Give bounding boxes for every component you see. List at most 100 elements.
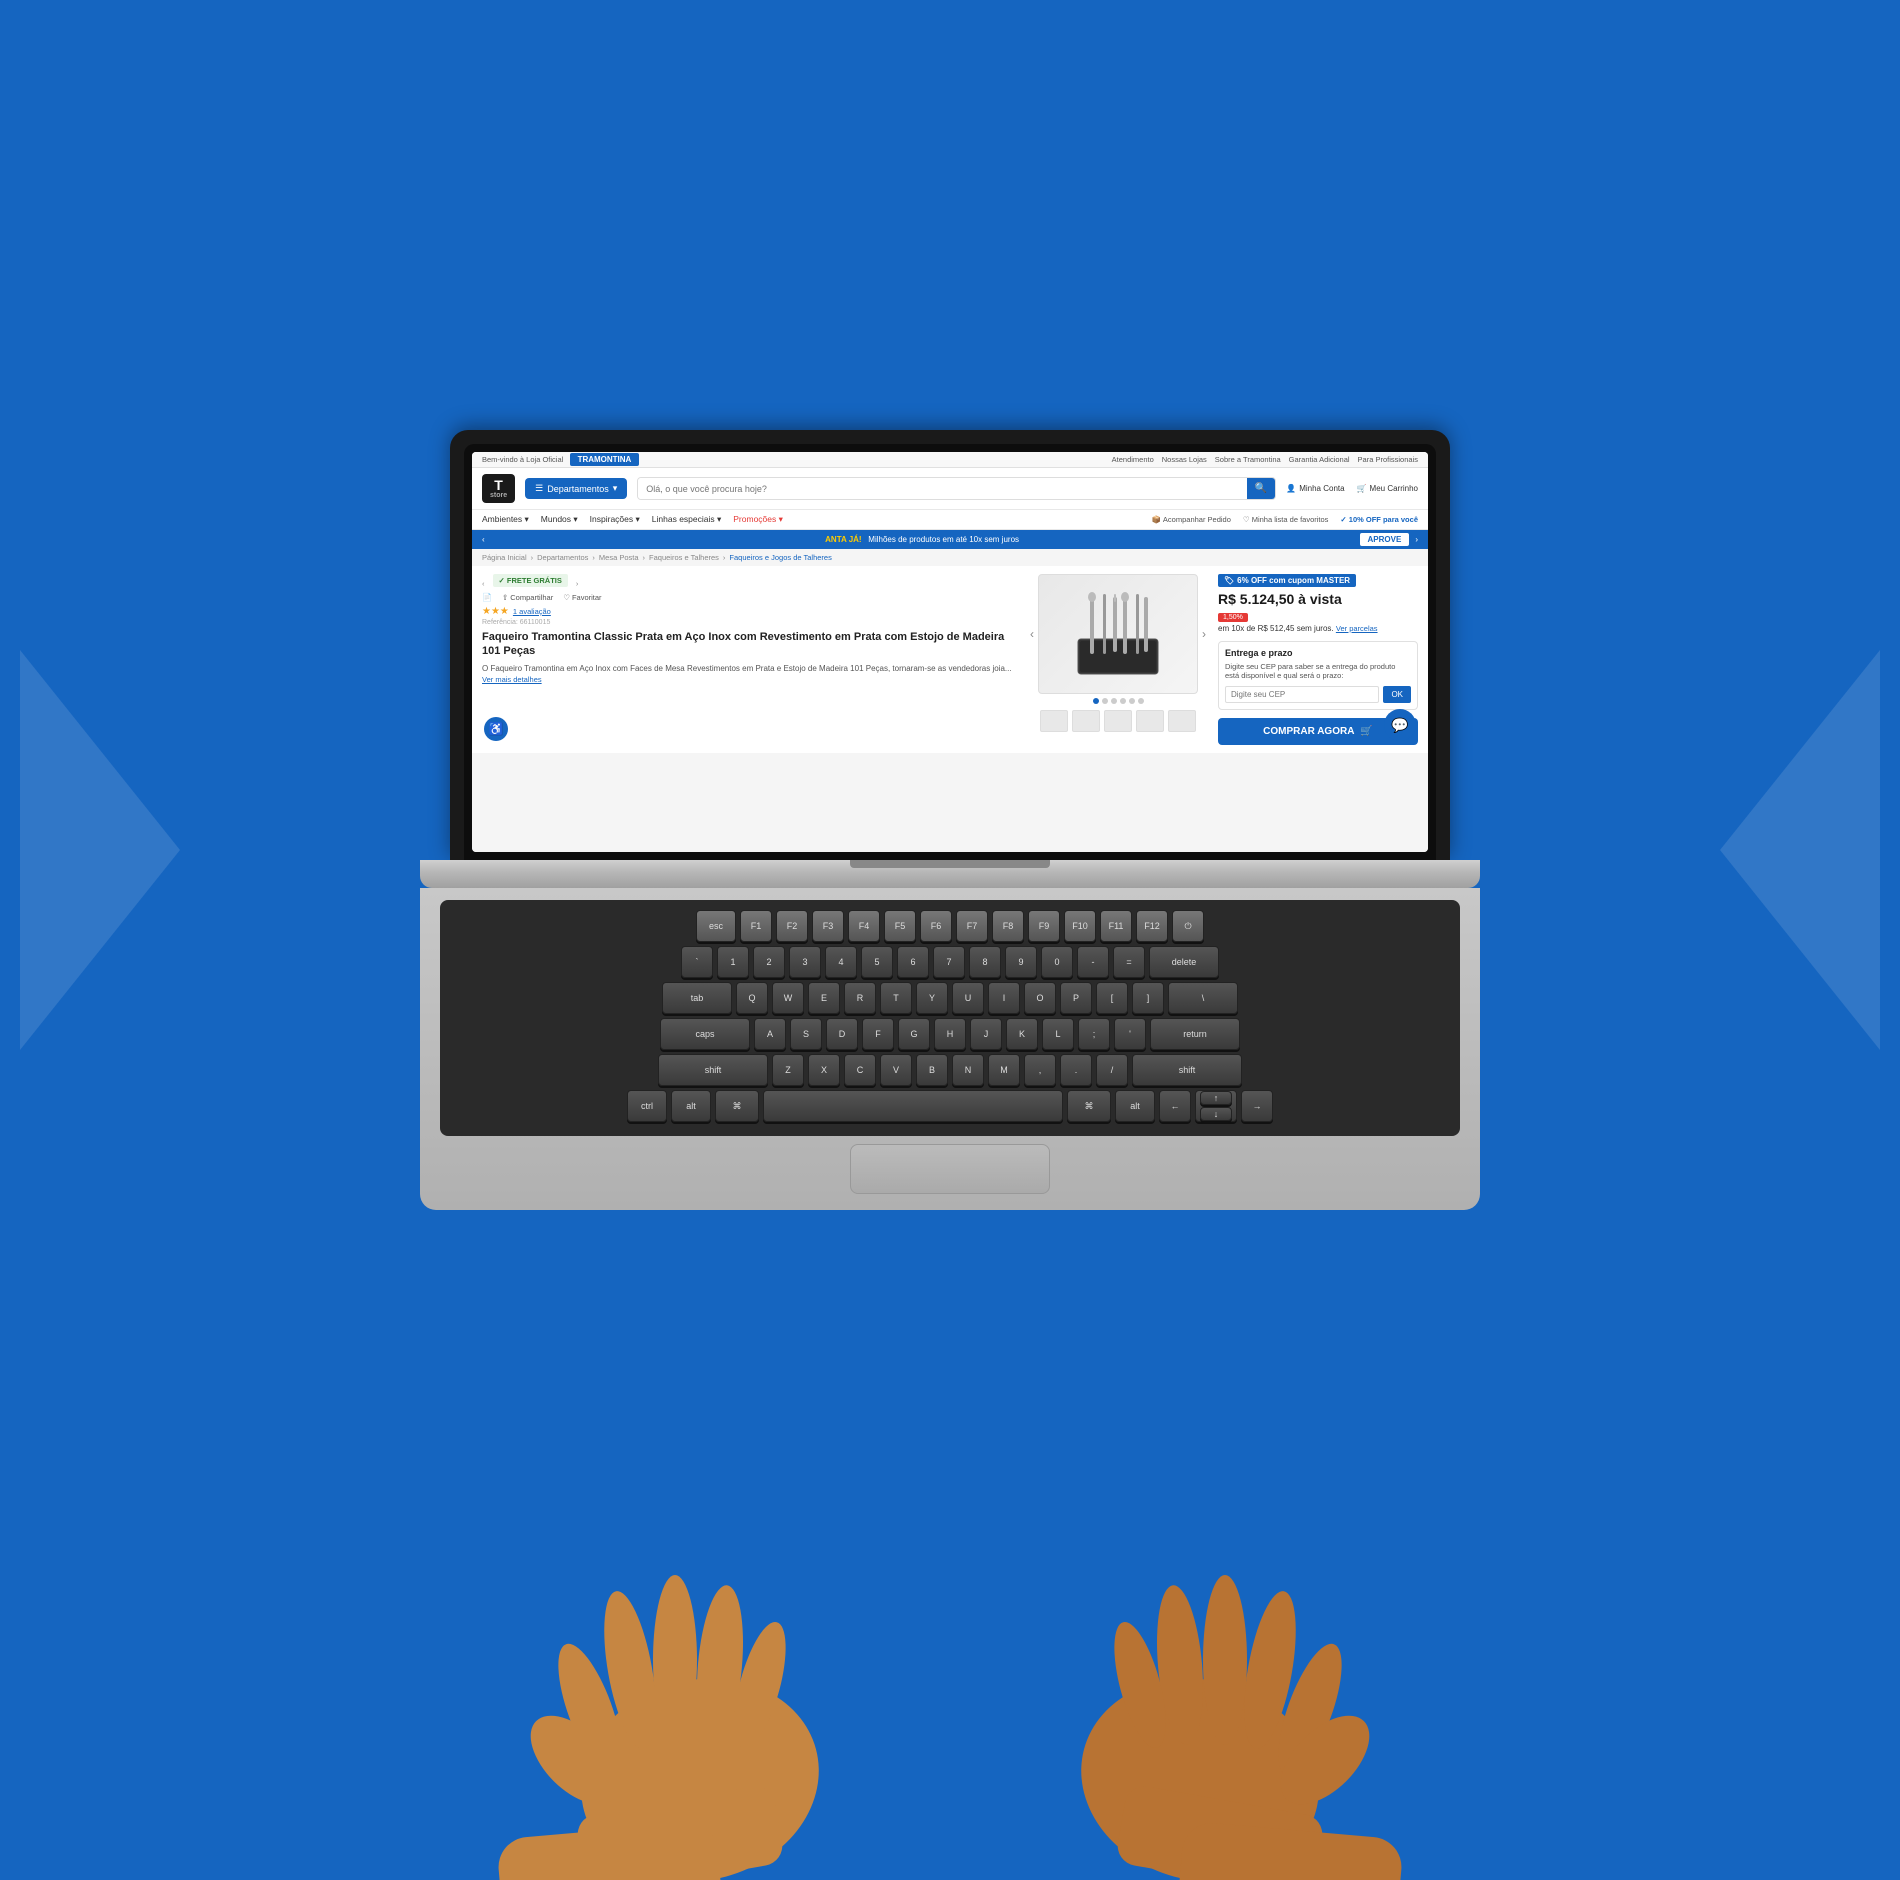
key-delete[interactable]: delete xyxy=(1149,946,1219,978)
my-cart[interactable]: 🛒 Meu Carrinho xyxy=(1357,484,1418,493)
key-1[interactable]: 1 xyxy=(717,946,749,978)
search-input[interactable] xyxy=(638,478,1247,499)
key-g[interactable]: G xyxy=(898,1018,930,1050)
nav-pedido[interactable]: 📦 Acompanhar Pedido xyxy=(1152,515,1231,524)
dot-6[interactable] xyxy=(1138,698,1144,704)
key-d[interactable]: D xyxy=(826,1018,858,1050)
thumb-5[interactable] xyxy=(1168,710,1196,732)
link-profissionais[interactable]: Para Profissionais xyxy=(1358,455,1418,464)
key-backslash[interactable]: \ xyxy=(1168,982,1238,1014)
see-more-link[interactable]: Ver mais detalhes xyxy=(482,675,542,684)
key-p[interactable]: P xyxy=(1060,982,1092,1014)
key-minus[interactable]: - xyxy=(1077,946,1109,978)
key-y[interactable]: Y xyxy=(916,982,948,1014)
dot-2[interactable] xyxy=(1102,698,1108,704)
key-cmd[interactable]: ⌘ xyxy=(715,1090,759,1122)
key-down[interactable]: ↓ xyxy=(1200,1107,1232,1121)
link-sobre[interactable]: Sobre a Tramontina xyxy=(1215,455,1281,464)
key-4[interactable]: 4 xyxy=(825,946,857,978)
nav-promocoes[interactable]: Promoções ▾ xyxy=(733,514,783,525)
search-button[interactable]: 🔍 xyxy=(1247,478,1275,499)
approve-button[interactable]: APROVE xyxy=(1360,533,1410,546)
thumb-1[interactable] xyxy=(1040,710,1068,732)
nav-inspiracoes[interactable]: Inspirações ▾ xyxy=(590,514,640,525)
key-a[interactable]: A xyxy=(754,1018,786,1050)
key-up[interactable]: ↑ xyxy=(1200,1091,1232,1105)
img-prev-arrow[interactable]: ‹ xyxy=(1030,627,1034,641)
thumb-3[interactable] xyxy=(1104,710,1132,732)
key-power[interactable]: ⏻ xyxy=(1172,910,1204,942)
key-w[interactable]: W xyxy=(772,982,804,1014)
key-tab[interactable]: tab xyxy=(662,982,732,1014)
link-lojas[interactable]: Nossas Lojas xyxy=(1162,455,1207,464)
key-3[interactable]: 3 xyxy=(789,946,821,978)
key-h[interactable]: H xyxy=(934,1018,966,1050)
key-rshift[interactable]: shift xyxy=(1132,1054,1242,1086)
key-0[interactable]: 0 xyxy=(1041,946,1073,978)
key-f10[interactable]: F10 xyxy=(1064,910,1096,942)
key-f4[interactable]: F4 xyxy=(848,910,880,942)
key-ctrl[interactable]: ctrl xyxy=(627,1090,667,1122)
key-j[interactable]: J xyxy=(970,1018,1002,1050)
rating-count[interactable]: 1 avaliação xyxy=(513,607,551,616)
nav-prev-arrow[interactable]: ‹ xyxy=(482,579,485,588)
breadcrumb-faqueiros[interactable]: Faqueiros e Talheres xyxy=(649,553,719,562)
key-9[interactable]: 9 xyxy=(1005,946,1037,978)
key-5[interactable]: 5 xyxy=(861,946,893,978)
see-parcelas-link[interactable]: Ver parcelas xyxy=(1336,624,1378,633)
logo[interactable]: T store xyxy=(482,474,515,503)
breadcrumb-dept[interactable]: Departamentos xyxy=(537,553,588,562)
departments-button[interactable]: ☰ Departamentos ▾ xyxy=(525,478,627,499)
dot-3[interactable] xyxy=(1111,698,1117,704)
key-caps[interactable]: caps xyxy=(660,1018,750,1050)
key-m[interactable]: M xyxy=(988,1054,1020,1086)
promo-arrow-right[interactable]: › xyxy=(1415,535,1418,544)
key-rbracket[interactable]: ] xyxy=(1132,982,1164,1014)
key-esc[interactable]: esc xyxy=(696,910,736,942)
my-account[interactable]: 👤 Minha Conta xyxy=(1286,484,1344,493)
key-7[interactable]: 7 xyxy=(933,946,965,978)
nav-desconto[interactable]: ✓ 10% OFF para você xyxy=(1340,515,1418,524)
breadcrumb-mesa[interactable]: Mesa Posta xyxy=(599,553,639,562)
nav-favoritos[interactable]: ♡ Minha lista de favoritos xyxy=(1243,515,1329,524)
key-comma[interactable]: , xyxy=(1024,1054,1056,1086)
key-f1[interactable]: F1 xyxy=(740,910,772,942)
key-o[interactable]: O xyxy=(1024,982,1056,1014)
thumb-2[interactable] xyxy=(1072,710,1100,732)
key-t[interactable]: T xyxy=(880,982,912,1014)
key-u[interactable]: U xyxy=(952,982,984,1014)
key-equals[interactable]: = xyxy=(1113,946,1145,978)
key-space[interactable] xyxy=(763,1090,1063,1122)
key-f11[interactable]: F11 xyxy=(1100,910,1132,942)
link-atendimento[interactable]: Atendimento xyxy=(1112,455,1154,464)
link-garantia[interactable]: Garantia Adicional xyxy=(1289,455,1350,464)
key-lbracket[interactable]: [ xyxy=(1096,982,1128,1014)
dot-4[interactable] xyxy=(1120,698,1126,704)
nav-ambientes[interactable]: Ambientes ▾ xyxy=(482,514,529,525)
key-lshift[interactable]: shift xyxy=(658,1054,768,1086)
key-right[interactable]: → xyxy=(1241,1090,1273,1122)
key-8[interactable]: 8 xyxy=(969,946,1001,978)
ok-button[interactable]: OK xyxy=(1383,686,1411,703)
promo-arrow-left[interactable]: ‹ xyxy=(482,535,485,544)
cep-input[interactable] xyxy=(1225,686,1379,703)
key-alt[interactable]: alt xyxy=(671,1090,711,1122)
key-n[interactable]: N xyxy=(952,1054,984,1086)
key-f2[interactable]: F2 xyxy=(776,910,808,942)
nav-mundos[interactable]: Mundos ▾ xyxy=(541,514,578,525)
key-q[interactable]: Q xyxy=(736,982,768,1014)
key-f3[interactable]: F3 xyxy=(812,910,844,942)
key-cmd-r[interactable]: ⌘ xyxy=(1067,1090,1111,1122)
thumb-4[interactable] xyxy=(1136,710,1164,732)
key-period[interactable]: . xyxy=(1060,1054,1092,1086)
key-f8[interactable]: F8 xyxy=(992,910,1024,942)
key-2[interactable]: 2 xyxy=(753,946,785,978)
key-s[interactable]: S xyxy=(790,1018,822,1050)
key-e[interactable]: E xyxy=(808,982,840,1014)
key-f[interactable]: F xyxy=(862,1018,894,1050)
key-6[interactable]: 6 xyxy=(897,946,929,978)
favorite-button[interactable]: ♡ Favoritar xyxy=(563,593,601,602)
key-enter[interactable]: return xyxy=(1150,1018,1240,1050)
img-next-arrow[interactable]: › xyxy=(1202,627,1206,641)
dot-5[interactable] xyxy=(1129,698,1135,704)
